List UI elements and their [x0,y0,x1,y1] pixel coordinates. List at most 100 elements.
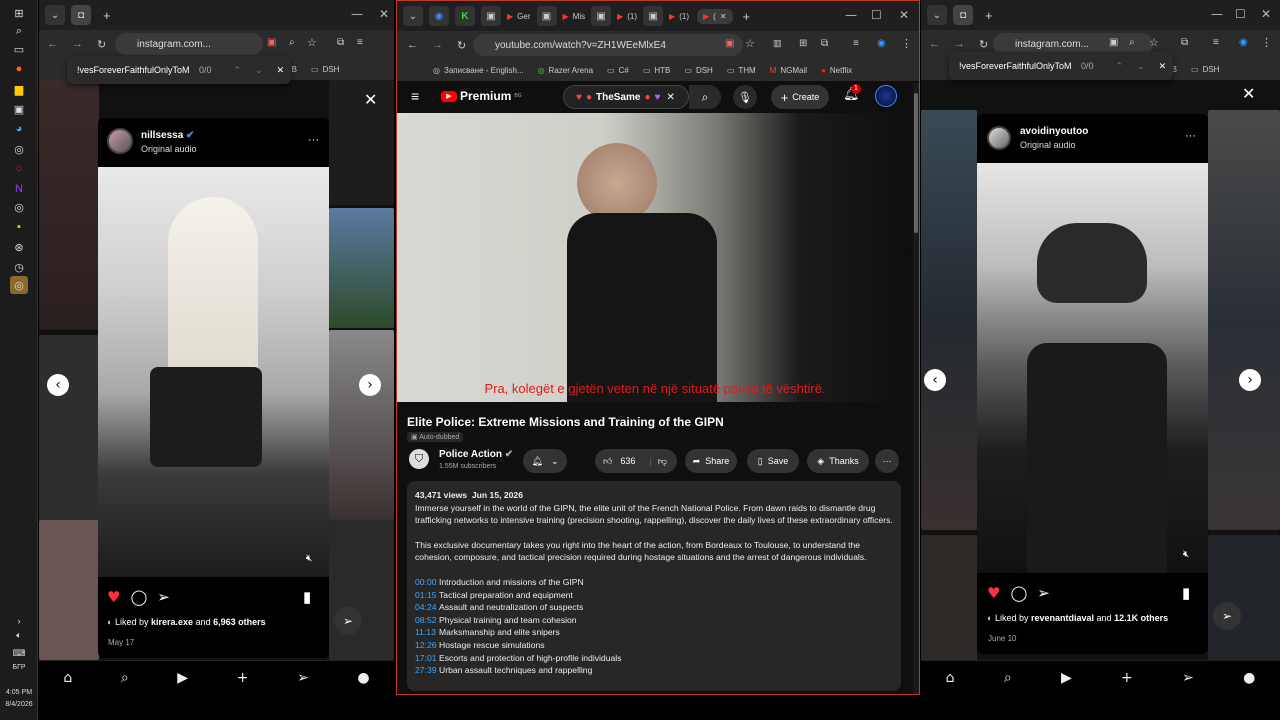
zoom-icon[interactable]: ⌕ [289,37,295,48]
close-window-button[interactable]: ✕ [1261,7,1271,21]
create-icon[interactable]: + [1121,670,1133,686]
app-icon[interactable]: ▣ [10,100,28,118]
next-post-button[interactable]: › [1239,369,1261,391]
chapter-item[interactable]: 00:00 Introduction and missions of the GI… [415,576,893,589]
mute-icon[interactable]: 🔇︎ [306,553,312,564]
firefox-icon[interactable]: ● [10,60,28,78]
tab-youtube-4[interactable]: ▶ (1) [669,12,689,21]
save-bookmark-icon[interactable]: ▮ [303,588,311,606]
liked-by-text[interactable]: ◐ Liked by kirera.exe and 6,963 others [107,617,266,627]
post-audio[interactable]: Original audio [141,144,197,154]
bookmark-item[interactable]: ▭ THM [727,66,756,75]
post-username[interactable]: avoidinyoutoo [1020,126,1088,137]
video-player[interactable]: Pra, kolegët e gjetën veten në një situa… [397,113,913,402]
chapter-item[interactable]: 01:15 Tactical preparation and equipment [415,589,893,602]
menu-icon[interactable]: ≡ [853,38,859,49]
app-icon[interactable]: ⊛ [10,238,28,256]
bookmark-star-icon[interactable]: ☆ [745,37,755,50]
find-next-icon[interactable]: ⌄ [255,65,263,76]
bookmark-item[interactable]: ▭ DSH [684,66,712,75]
forward-icon[interactable]: → [954,38,965,50]
tab-list-button[interactable]: ⌄ [927,5,947,25]
home-icon[interactable]: ⌂ [946,670,955,686]
next-post-button[interactable]: › [359,374,381,396]
new-tab-button[interactable]: + [103,8,111,23]
chapter-item[interactable]: 27:39 Urban assault techniques and rappel… [415,664,893,677]
find-input[interactable]: !vesForeverFaithfulOnlyToMe. [959,61,1071,71]
minimize-button[interactable]: — [351,7,363,21]
profile-icon[interactable]: ● [1243,670,1255,686]
prev-post-button[interactable]: ‹ [924,369,946,391]
bookmark-star-icon[interactable]: ☆ [1149,36,1159,49]
keyboard-icon[interactable]: ⌨︎ [10,644,28,662]
create-icon[interactable]: + [237,670,249,686]
forward-icon[interactable]: → [432,39,443,51]
subscribed-bell-button[interactable]: 🔔︎ ⌄ [523,449,567,473]
share-icon[interactable]: ➢ [1037,584,1050,602]
tab-instagram[interactable]: ◘ [953,5,973,25]
reload-icon[interactable]: ↻ [97,38,106,51]
bookmark-dsh[interactable]: ▭ DSH [311,65,339,74]
clear-search-icon[interactable]: ✕ [666,92,674,103]
scrollbar-track[interactable] [913,83,919,693]
menu-icon[interactable]: ≡ [357,37,363,48]
app-icon[interactable]: ◷ [10,258,28,276]
chapter-item[interactable]: 04:24 Assault and neutralization of suspe… [415,601,893,614]
post-media[interactable]: 🔇︎ [98,167,329,577]
chrome-icon-active[interactable]: ◎ [10,276,28,294]
tab-youtube-active[interactable]: ▶( ✕ [696,8,733,24]
comment-icon[interactable]: ◯ [130,588,147,606]
tab-instagram[interactable]: ◘ [71,5,91,25]
address-bar[interactable]: youtube.com/watch?v=ZH1WEeMlxE4 [473,34,743,56]
screencast-icon[interactable]: ▣ [267,37,276,48]
edge-icon[interactable]: ◕ [10,120,28,138]
file-explorer-icon[interactable]: ▆ [10,80,28,98]
tab-app[interactable]: ▣ [591,6,612,26]
bookmark-item[interactable]: ◎ Razer Arena [538,66,593,75]
onenote-icon[interactable]: N [10,180,28,198]
like-heart-icon[interactable]: ♥ [987,584,1000,602]
more-menu-icon[interactable]: ⋮ [901,37,912,50]
extension-icon[interactable]: ▥ [773,38,782,49]
reels-icon[interactable]: ▶ [1061,670,1072,686]
scrollbar-thumb[interactable] [914,93,918,233]
bookmark-dsh[interactable]: ▭ DSH [1191,65,1219,74]
search-icon[interactable]: ⌕ [121,670,129,686]
chapter-item[interactable]: 11:13 Marksmanship and elite snipers [415,626,893,639]
prev-post-button[interactable]: ‹ [47,374,69,396]
back-icon[interactable]: ← [407,39,418,51]
language-indicator[interactable]: БГР [0,664,38,671]
bookmark-item[interactable]: ◎ Записване - English... [433,66,524,75]
share-icon[interactable]: ➢ [157,588,170,606]
screencast-icon[interactable]: ▣ [1109,37,1118,48]
extension-icon[interactable]: ⊞ [799,38,807,49]
close-post-icon[interactable]: ✕ [364,90,377,109]
youtube-logo[interactable]: ▶ Premium BG [441,89,522,103]
speaker-icon[interactable]: 🔈︎ [10,626,28,644]
profile-icon[interactable]: ● [357,670,369,686]
post-audio[interactable]: Original audio [1020,140,1076,150]
bookmark-item[interactable]: M NGMail [770,66,807,75]
new-tab-button[interactable]: + [743,9,751,24]
task-view-icon[interactable]: ▭ [10,40,28,58]
bookmark-item[interactable]: ▭ C# [607,66,629,75]
tab-list-button[interactable]: ⌄ [45,5,65,25]
windows-start-icon[interactable]: ⊞ [10,4,28,22]
find-prev-icon[interactable]: ⌃ [234,65,242,76]
avatar[interactable] [107,128,133,154]
account-avatar[interactable] [875,85,897,107]
tab-list-button[interactable]: ⌄ [403,6,423,26]
bookmark-star-icon[interactable]: ☆ [307,36,317,49]
hamburger-menu-icon[interactable]: ≡ [411,88,419,104]
tab-app[interactable]: ▣ [481,6,501,26]
reload-icon[interactable]: ↻ [979,38,988,51]
messages-fab[interactable]: ➢ [334,607,362,635]
new-tab-button[interactable]: + [985,8,993,23]
chrome-icon[interactable]: ◎ [10,198,28,216]
search-button[interactable]: ⌕ [689,85,721,109]
post-media[interactable]: 🔇︎ [977,163,1208,573]
reels-icon[interactable]: ▶ [177,670,188,686]
save-button[interactable]: ▯ Save [747,449,799,473]
mute-icon[interactable]: 🔇︎ [1183,549,1189,560]
find-input[interactable]: !vesForeverFaithfulOnlyToMe. [77,65,189,75]
